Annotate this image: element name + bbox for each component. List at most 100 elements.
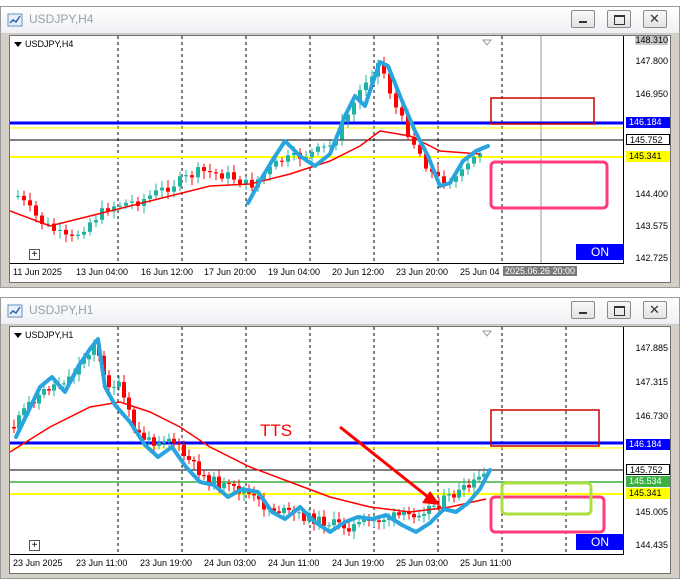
- candle-body: [16, 195, 20, 197]
- window-title: USDJPY,H1: [29, 303, 94, 317]
- candle-body: [457, 489, 461, 498]
- candle-body: [467, 485, 471, 488]
- price-tag-current: 145.752: [626, 134, 670, 145]
- time-axis[interactable]: 11 Jun 2025 13 Jun 04:00 16 Jun 12:00 17…: [10, 263, 624, 282]
- candle-body: [22, 195, 26, 201]
- chart-area-h1[interactable]: USDJPY,H1 TTS 147.885 147.315 146.730 14…: [9, 326, 671, 574]
- window-titlebar[interactable]: USDJPY,H1 ✕: [1, 298, 679, 325]
- chart-window-h1: USDJPY,H1 ✕ USDJPY,H1 TTS 147.885 147.31…: [0, 297, 680, 579]
- restore-button[interactable]: [607, 10, 631, 28]
- close-icon: ✕: [649, 302, 660, 317]
- candle-body: [34, 205, 38, 216]
- close-button[interactable]: ✕: [643, 10, 667, 28]
- chart-symbol-label[interactable]: USDJPY,H1: [14, 330, 73, 340]
- candle-body: [197, 461, 201, 476]
- candle-body: [477, 476, 481, 480]
- candle-body: [118, 205, 122, 207]
- plus-button[interactable]: +: [29, 249, 40, 260]
- chart-app-icon: [7, 13, 23, 27]
- candle-body: [462, 485, 466, 490]
- price-label: 146.730: [635, 411, 668, 421]
- chart-area-h4[interactable]: USDJPY,H4 148.310 147.800 146.950 146.18…: [9, 35, 671, 283]
- restore-icon: [614, 306, 625, 316]
- price-tag-support: 145.341: [626, 151, 670, 162]
- candle-body: [460, 169, 464, 177]
- moving-average-line: [10, 130, 481, 227]
- candle-body: [337, 519, 341, 523]
- candle-body: [437, 505, 441, 508]
- time-label: 25 Jun 03:00: [396, 558, 449, 568]
- price-label: 147.800: [635, 56, 668, 66]
- candle-body: [178, 176, 182, 187]
- price-tag-current: 145.752: [626, 464, 670, 475]
- candle-body: [322, 146, 326, 148]
- price-chart-h1[interactable]: [10, 327, 670, 573]
- candle-body: [127, 397, 131, 410]
- dropdown-arrow-icon[interactable]: [14, 333, 22, 339]
- price-axis[interactable]: 147.885 147.315 146.730 146.184 145.752 …: [623, 327, 670, 573]
- candle-body: [64, 229, 68, 235]
- candle-body: [232, 172, 236, 180]
- price-tag-green: 145.534: [626, 476, 670, 487]
- candle-body: [226, 172, 230, 179]
- time-label: 23 Jun 19:00: [140, 558, 193, 568]
- time-label: 13 Jun 04:00: [76, 267, 129, 277]
- shift-marker-icon: [481, 330, 493, 337]
- restore-button[interactable]: [607, 301, 631, 319]
- candle-body: [286, 155, 290, 162]
- candle-body: [162, 442, 166, 444]
- price-label: 143.575: [635, 221, 668, 231]
- chart-window-h4: USDJPY,H4 ✕ USDJPY,H4 148.310 147.800 14…: [0, 6, 680, 288]
- on-toggle-button[interactable]: ON: [576, 244, 624, 260]
- candle-body: [332, 519, 336, 526]
- candle-body: [70, 234, 74, 236]
- candle-body: [452, 494, 456, 498]
- on-toggle-button[interactable]: ON: [576, 534, 624, 550]
- candle-body: [222, 482, 226, 489]
- price-label: 145.005: [635, 507, 668, 517]
- candle-body: [187, 456, 191, 460]
- price-chart-h4[interactable]: [10, 36, 670, 282]
- minimize-button[interactable]: [571, 10, 595, 28]
- minimize-button[interactable]: [571, 301, 595, 319]
- price-label: 147.885: [635, 343, 668, 353]
- candle-body: [220, 173, 224, 179]
- chart-app-icon: [7, 304, 23, 318]
- window-title: USDJPY,H4: [29, 12, 94, 26]
- candle-body: [122, 382, 126, 398]
- dropdown-arrow-icon[interactable]: [14, 42, 22, 48]
- time-axis[interactable]: 23 Jun 2025 23 Jun 11:00 23 Jun 19:00 24…: [10, 554, 624, 573]
- candle-body: [287, 507, 291, 510]
- crosshair-time-label: 2025.06.26 20:00: [503, 266, 578, 276]
- candle-body: [190, 175, 194, 178]
- candle-body: [124, 202, 128, 206]
- minimize-icon: [579, 312, 587, 314]
- candle-body: [208, 171, 212, 173]
- price-label: 146.950: [635, 89, 668, 99]
- close-button[interactable]: ✕: [643, 301, 667, 319]
- candle-body: [82, 231, 86, 235]
- restore-icon: [614, 15, 625, 25]
- candle-body: [172, 186, 176, 192]
- candle-body: [232, 483, 236, 486]
- time-label: 25 Jun 04: [460, 267, 500, 277]
- time-label: 11 Jun 2025: [13, 267, 62, 277]
- candle-body: [472, 479, 476, 488]
- time-label: 23 Jun 20:00: [396, 267, 449, 277]
- price-label: 144.435: [635, 540, 668, 550]
- candle-body: [184, 175, 188, 177]
- candle-body: [227, 482, 231, 484]
- chart-symbol-label[interactable]: USDJPY,H4: [14, 39, 73, 49]
- price-axis[interactable]: 148.310 147.800 146.950 146.184 145.752 …: [623, 36, 670, 282]
- window-titlebar[interactable]: USDJPY,H4 ✕: [1, 7, 679, 34]
- resistance-zone-box: [490, 97, 595, 125]
- candle-body: [238, 179, 242, 185]
- price-label: 147.315: [635, 377, 668, 387]
- moving-average-line: [10, 401, 487, 513]
- shift-marker-icon: [481, 39, 493, 46]
- price-tag-resistance: 146.184: [626, 439, 670, 450]
- candle-body: [28, 200, 32, 206]
- plus-button[interactable]: +: [29, 540, 40, 551]
- candle-body: [112, 386, 116, 388]
- candle-body: [397, 512, 401, 516]
